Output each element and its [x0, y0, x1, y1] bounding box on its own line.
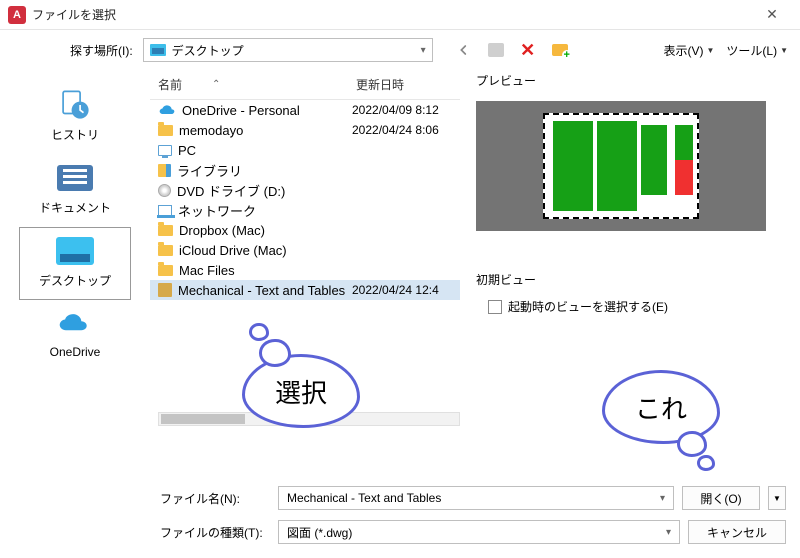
folder-up-icon [488, 43, 504, 57]
file-name: Dropbox (Mac) [179, 223, 352, 238]
lib-icon [158, 164, 171, 177]
look-in-label: 探す場所(I): [70, 42, 133, 59]
desktop-icon [150, 44, 166, 56]
sidebar-item-desktop[interactable]: デスクトップ [20, 228, 130, 299]
column-header-name[interactable]: 名前 ⌃ [150, 70, 352, 99]
filename-value: Mechanical - Text and Tables [287, 491, 441, 505]
initial-view-checkbox[interactable] [488, 300, 502, 314]
file-row[interactable]: DVD ドライブ (D:) [150, 180, 460, 200]
sidebar-item-history[interactable]: ヒストリ [20, 82, 130, 153]
initial-view-label: 初期ビュー [476, 271, 782, 288]
up-folder-button[interactable] [487, 41, 505, 59]
file-list-header: 名前 ⌃ 更新日時 [150, 70, 460, 100]
filetype-label: ファイルの種類(T): [160, 524, 270, 541]
file-row[interactable]: ライブラリ [150, 160, 460, 180]
titlebar: A ファイルを選択 ✕ [0, 0, 800, 30]
preview-label: プレビュー [476, 72, 782, 89]
history-icon [54, 88, 96, 122]
filename-label: ファイル名(N): [160, 490, 270, 507]
file-row[interactable]: OneDrive - Personal2022/04/09 8:12 [150, 100, 460, 120]
sidebar-item-documents[interactable]: ドキュメント [20, 155, 130, 226]
file-row[interactable]: Dropbox (Mac) [150, 220, 460, 240]
filetype-combo[interactable]: 図面 (*.dwg) ▾ [278, 520, 680, 544]
file-list[interactable]: OneDrive - Personal2022/04/09 8:12memoda… [150, 100, 460, 300]
documents-icon [54, 161, 96, 195]
initial-view-checkbox-row: 起動時のビューを選択する(E) [476, 298, 782, 315]
filename-input[interactable]: Mechanical - Text and Tables ▾ [278, 486, 674, 510]
file-name: Mac Files [179, 263, 352, 278]
look-in-combo[interactable]: デスクトップ ▾ [143, 38, 433, 62]
dwg-icon [158, 283, 172, 297]
tools-menu[interactable]: ツール(L) ▼ [726, 42, 788, 59]
sidebar-item-label: OneDrive [20, 345, 130, 359]
open-button[interactable]: 開く(O) [682, 486, 760, 510]
view-menu-label: 表示(V) [663, 42, 703, 59]
bottom-panel: ファイル名(N): Mechanical - Text and Tables ▾… [0, 480, 800, 544]
file-row[interactable]: PC [150, 140, 460, 160]
file-row[interactable]: Mechanical - Text and Tables2022/04/24 1… [150, 280, 460, 300]
preview-thumbnail [476, 101, 766, 231]
toolbar: 探す場所(I): デスクトップ ▾ ✕ 表示(V) ▼ ツール(L) ▼ [0, 30, 800, 70]
toolbar-icons: ✕ [455, 41, 569, 59]
tools-menu-label: ツール(L) [726, 42, 777, 59]
file-name: PC [178, 143, 352, 158]
folder-icon [158, 125, 173, 136]
folder-icon [158, 265, 173, 276]
look-in-value: デスクトップ [172, 42, 244, 59]
back-button[interactable] [455, 41, 473, 59]
folder-icon [158, 245, 173, 256]
file-date: 2022/04/24 12:4 [352, 283, 460, 297]
file-date: 2022/04/09 8:12 [352, 103, 460, 117]
file-name: ライブラリ [177, 161, 352, 180]
delete-button[interactable]: ✕ [519, 41, 537, 59]
close-button[interactable]: ✕ [752, 6, 792, 23]
file-name: iCloud Drive (Mac) [179, 243, 352, 258]
file-name: Mechanical - Text and Tables [178, 283, 352, 298]
sidebar-item-onedrive[interactable]: OneDrive [20, 301, 130, 369]
app-icon: A [8, 6, 26, 24]
scrollbar-thumb[interactable] [161, 414, 245, 424]
onedrive-icon [54, 307, 96, 341]
sidebar-item-label: ドキュメント [20, 199, 130, 216]
places-sidebar: ヒストリ ドキュメント デスクトップ OneDrive [0, 70, 150, 480]
cancel-button[interactable]: キャンセル [688, 520, 786, 544]
view-menu[interactable]: 表示(V) ▼ [663, 42, 714, 59]
chevron-down-icon: ▾ [666, 527, 671, 538]
file-row[interactable]: iCloud Drive (Mac) [150, 240, 460, 260]
initial-view-section: 初期ビュー 起動時のビューを選択する(E) [476, 271, 782, 315]
chevron-down-icon: ▼ [706, 46, 714, 55]
dvd-icon [158, 184, 171, 197]
new-folder-button[interactable] [551, 41, 569, 59]
file-name: OneDrive - Personal [182, 103, 352, 118]
drawing-preview [543, 113, 699, 219]
file-row[interactable]: ネットワーク [150, 200, 460, 220]
column-header-date[interactable]: 更新日時 [352, 70, 460, 99]
sidebar-item-label: ヒストリ [20, 126, 130, 143]
file-row[interactable]: memodayo2022/04/24 8:06 [150, 120, 460, 140]
chevron-down-icon: ▾ [660, 493, 665, 504]
file-name: DVD ドライブ (D:) [177, 181, 352, 200]
cloud-icon [158, 102, 176, 118]
file-name: memodayo [179, 123, 352, 138]
file-row[interactable]: Mac Files [150, 260, 460, 280]
pc-icon [158, 145, 172, 156]
chevron-down-icon: ▼ [780, 46, 788, 55]
desktop-icon [54, 234, 96, 268]
file-date: 2022/04/24 8:06 [352, 123, 460, 137]
file-name: ネットワーク [178, 201, 352, 220]
new-folder-icon [552, 44, 568, 56]
filetype-value: 図面 (*.dwg) [287, 524, 352, 541]
open-button-dropdown[interactable]: ▼ [768, 486, 786, 510]
sidebar-item-label: デスクトップ [20, 272, 130, 289]
net-icon [158, 205, 172, 216]
toolbar-menus: 表示(V) ▼ ツール(L) ▼ [663, 42, 788, 59]
folder-icon [158, 225, 173, 236]
initial-view-checkbox-label: 起動時のビューを選択する(E) [508, 298, 668, 315]
window-title: ファイルを選択 [32, 6, 752, 23]
sort-asc-icon: ⌃ [212, 79, 220, 90]
chevron-down-icon: ▾ [421, 45, 426, 56]
